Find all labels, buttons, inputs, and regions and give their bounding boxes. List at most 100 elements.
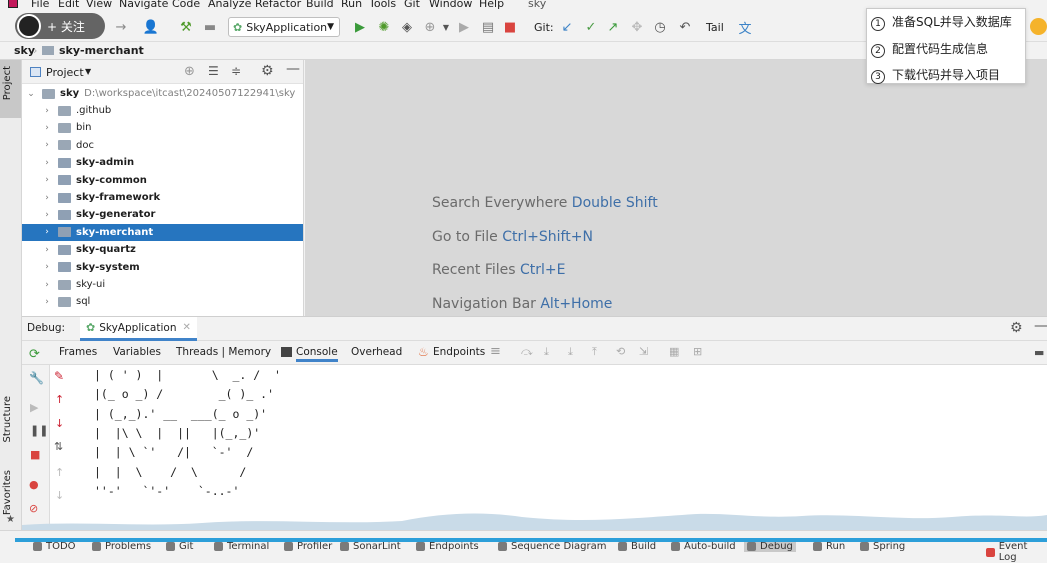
tab-threads-memory[interactable]: Threads | Memory <box>176 346 271 358</box>
menu-lines-icon[interactable]: ≡ <box>490 344 501 359</box>
statusbar-item-terminal[interactable]: Terminal <box>214 541 269 552</box>
console-output[interactable]: ✎ ↑ ↓ ⇅ ↑ ↓ | ( ' ) | \ _. / ' |(_ o _) /… <box>50 365 1047 515</box>
statusbar-item-problems[interactable]: Problems <box>92 541 151 552</box>
chevron-right-icon[interactable]: › <box>42 158 52 168</box>
gear-icon[interactable]: ⚙ <box>1010 320 1023 336</box>
tab-console[interactable]: Console <box>296 346 338 362</box>
tail-button[interactable]: Tail <box>706 21 724 34</box>
git-commit-icon[interactable]: ✓ <box>582 18 600 36</box>
wrench-icon[interactable]: 🔧 <box>29 371 44 385</box>
chevron-right-icon[interactable]: › <box>42 262 52 272</box>
tab-overhead[interactable]: Overhead <box>351 346 402 358</box>
chevron-right-icon[interactable]: › <box>42 140 52 150</box>
menu-edit[interactable]: Edit <box>58 0 79 10</box>
view-breakpoints-icon[interactable]: ● <box>29 478 39 491</box>
chevron-right-icon[interactable]: › <box>42 227 52 237</box>
chevron-down-icon[interactable]: ▼ <box>437 18 455 36</box>
close-icon[interactable]: ✕ <box>182 322 190 333</box>
statusbar-item-run[interactable]: Run <box>813 541 845 552</box>
tree-item[interactable]: › bin <box>22 119 303 136</box>
git-pull-icon[interactable]: ✥ <box>628 18 646 36</box>
step-into-icon[interactable]: ⤓ <box>544 345 549 359</box>
tab-frames[interactable]: Frames <box>59 346 97 358</box>
minimize-icon[interactable]: — <box>286 61 300 77</box>
force-step-into-icon[interactable]: ⤓ <box>568 345 573 359</box>
history-clock-icon[interactable]: ◷ <box>651 18 669 36</box>
run-to-cursor-icon[interactable]: ⇲ <box>639 345 648 358</box>
tab-endpoints[interactable]: Endpoints <box>433 346 485 358</box>
run-icon[interactable]: ▶ <box>351 18 369 36</box>
follow-overlay[interactable]: + 关注 <box>15 13 105 39</box>
tree-item[interactable]: › doc <box>22 137 303 154</box>
breadcrumb-root[interactable]: sky <box>14 44 35 57</box>
tab-structure[interactable]: Structure <box>2 396 13 443</box>
menu-file[interactable]: File <box>31 0 49 10</box>
statusbar-item-todo[interactable]: TODO <box>33 541 76 552</box>
chevron-right-icon[interactable]: › <box>42 280 52 290</box>
translate-icon[interactable]: 文 <box>736 18 754 37</box>
debug-session-tab[interactable]: ✿ SkyApplication ✕ <box>80 317 197 341</box>
arrow-down-icon[interactable]: ↓ <box>55 417 64 430</box>
menu-view[interactable]: View <box>86 0 112 10</box>
tree-item[interactable]: › .github <box>22 102 303 119</box>
menu-help[interactable]: Help <box>479 0 504 10</box>
step-over-icon[interactable]: ⤼ <box>521 345 533 359</box>
avatar[interactable] <box>1030 18 1047 35</box>
clear-console-icon[interactable]: ✎ <box>54 369 64 383</box>
build-hammer-icon[interactable]: ⚒ <box>177 18 195 36</box>
tree-item[interactable]: › sky-quartz <box>22 241 303 258</box>
collapse-all-icon[interactable]: ≑ <box>231 64 241 78</box>
chevron-down-icon[interactable]: ⌄ <box>26 89 36 99</box>
tree-item[interactable]: › sky-merchant <box>22 223 303 241</box>
tree-item[interactable]: › sky-admin <box>22 154 303 171</box>
chevron-right-icon[interactable]: › <box>42 123 52 133</box>
gear-icon[interactable]: ⚙ <box>261 63 274 79</box>
minimize-icon[interactable]: — <box>1034 318 1047 334</box>
git-update-icon[interactable]: ↙ <box>558 18 576 36</box>
step-out-icon[interactable]: ⤒ <box>592 345 597 359</box>
tree-item[interactable]: › sky-ui <box>22 276 303 293</box>
rollback-icon[interactable]: ↶ <box>676 18 694 36</box>
folder-icon[interactable]: ▬ <box>201 18 219 36</box>
tree-root[interactable]: ⌄ sky D:\workspace\itcast\20240507122941… <box>22 85 303 102</box>
arrow-up-icon[interactable]: ↑ <box>55 393 64 406</box>
statusbar-item-profiler[interactable]: Profiler <box>284 541 332 552</box>
statusbar-item-build[interactable]: Build <box>618 541 656 552</box>
pause-icon[interactable]: ❚❚ <box>30 424 48 437</box>
menu-window[interactable]: Window <box>429 0 472 10</box>
expand-all-icon[interactable]: ☰ <box>208 64 219 78</box>
stop-icon[interactable]: ■ <box>501 18 519 36</box>
debug-bug-icon[interactable]: ✺ <box>375 18 393 36</box>
locate-icon[interactable]: ⊕ <box>184 64 195 79</box>
git-push-icon[interactable]: ↗ <box>604 18 622 36</box>
drop-frame-icon[interactable]: ⟲ <box>616 345 625 358</box>
chevron-down-icon[interactable]: ▼ <box>85 67 91 76</box>
chevron-right-icon[interactable]: › <box>42 210 52 220</box>
chevron-right-icon[interactable]: › <box>42 175 52 185</box>
statusbar-item-sequence-diagram[interactable]: Sequence Diagram <box>498 541 606 552</box>
tab-favorites[interactable]: Favorites <box>2 470 13 515</box>
tab-variables[interactable]: Variables <box>113 346 161 358</box>
coverage-icon[interactable]: ◈ <box>398 18 416 36</box>
menu-tools[interactable]: Tools <box>369 0 396 10</box>
tree-item[interactable]: › sky-system <box>22 259 303 276</box>
tree-item[interactable]: › sky-generator <box>22 206 303 223</box>
statusbar-item-auto-build[interactable]: Auto-build <box>671 541 736 552</box>
tree-item[interactable]: › sql <box>22 293 303 310</box>
menu-navigate[interactable]: Navigate <box>119 0 168 10</box>
chevron-right-icon[interactable]: › <box>42 297 52 307</box>
chevron-right-icon[interactable]: › <box>42 106 52 116</box>
tree-item[interactable]: › sky-common <box>22 172 303 189</box>
popup-step-1[interactable]: 1 准备SQL并导入数据库 <box>871 13 1012 31</box>
menu-git[interactable]: Git <box>404 0 420 10</box>
layout-icon[interactable]: ▬ <box>1034 346 1044 359</box>
breadcrumb-module[interactable]: sky-merchant <box>59 44 144 57</box>
resume-icon[interactable]: ▶ <box>455 18 473 36</box>
resume-icon[interactable]: ▶ <box>30 401 38 414</box>
menu-analyze[interactable]: Analyze <box>208 0 251 10</box>
evaluate-icon[interactable]: ▦ <box>669 345 679 358</box>
tree-item[interactable]: › sky-framework <box>22 189 303 206</box>
scroll-up-icon[interactable]: ↑ <box>55 466 64 479</box>
statusbar-item-git[interactable]: Git <box>166 541 193 552</box>
menu-build[interactable]: Build <box>306 0 334 10</box>
